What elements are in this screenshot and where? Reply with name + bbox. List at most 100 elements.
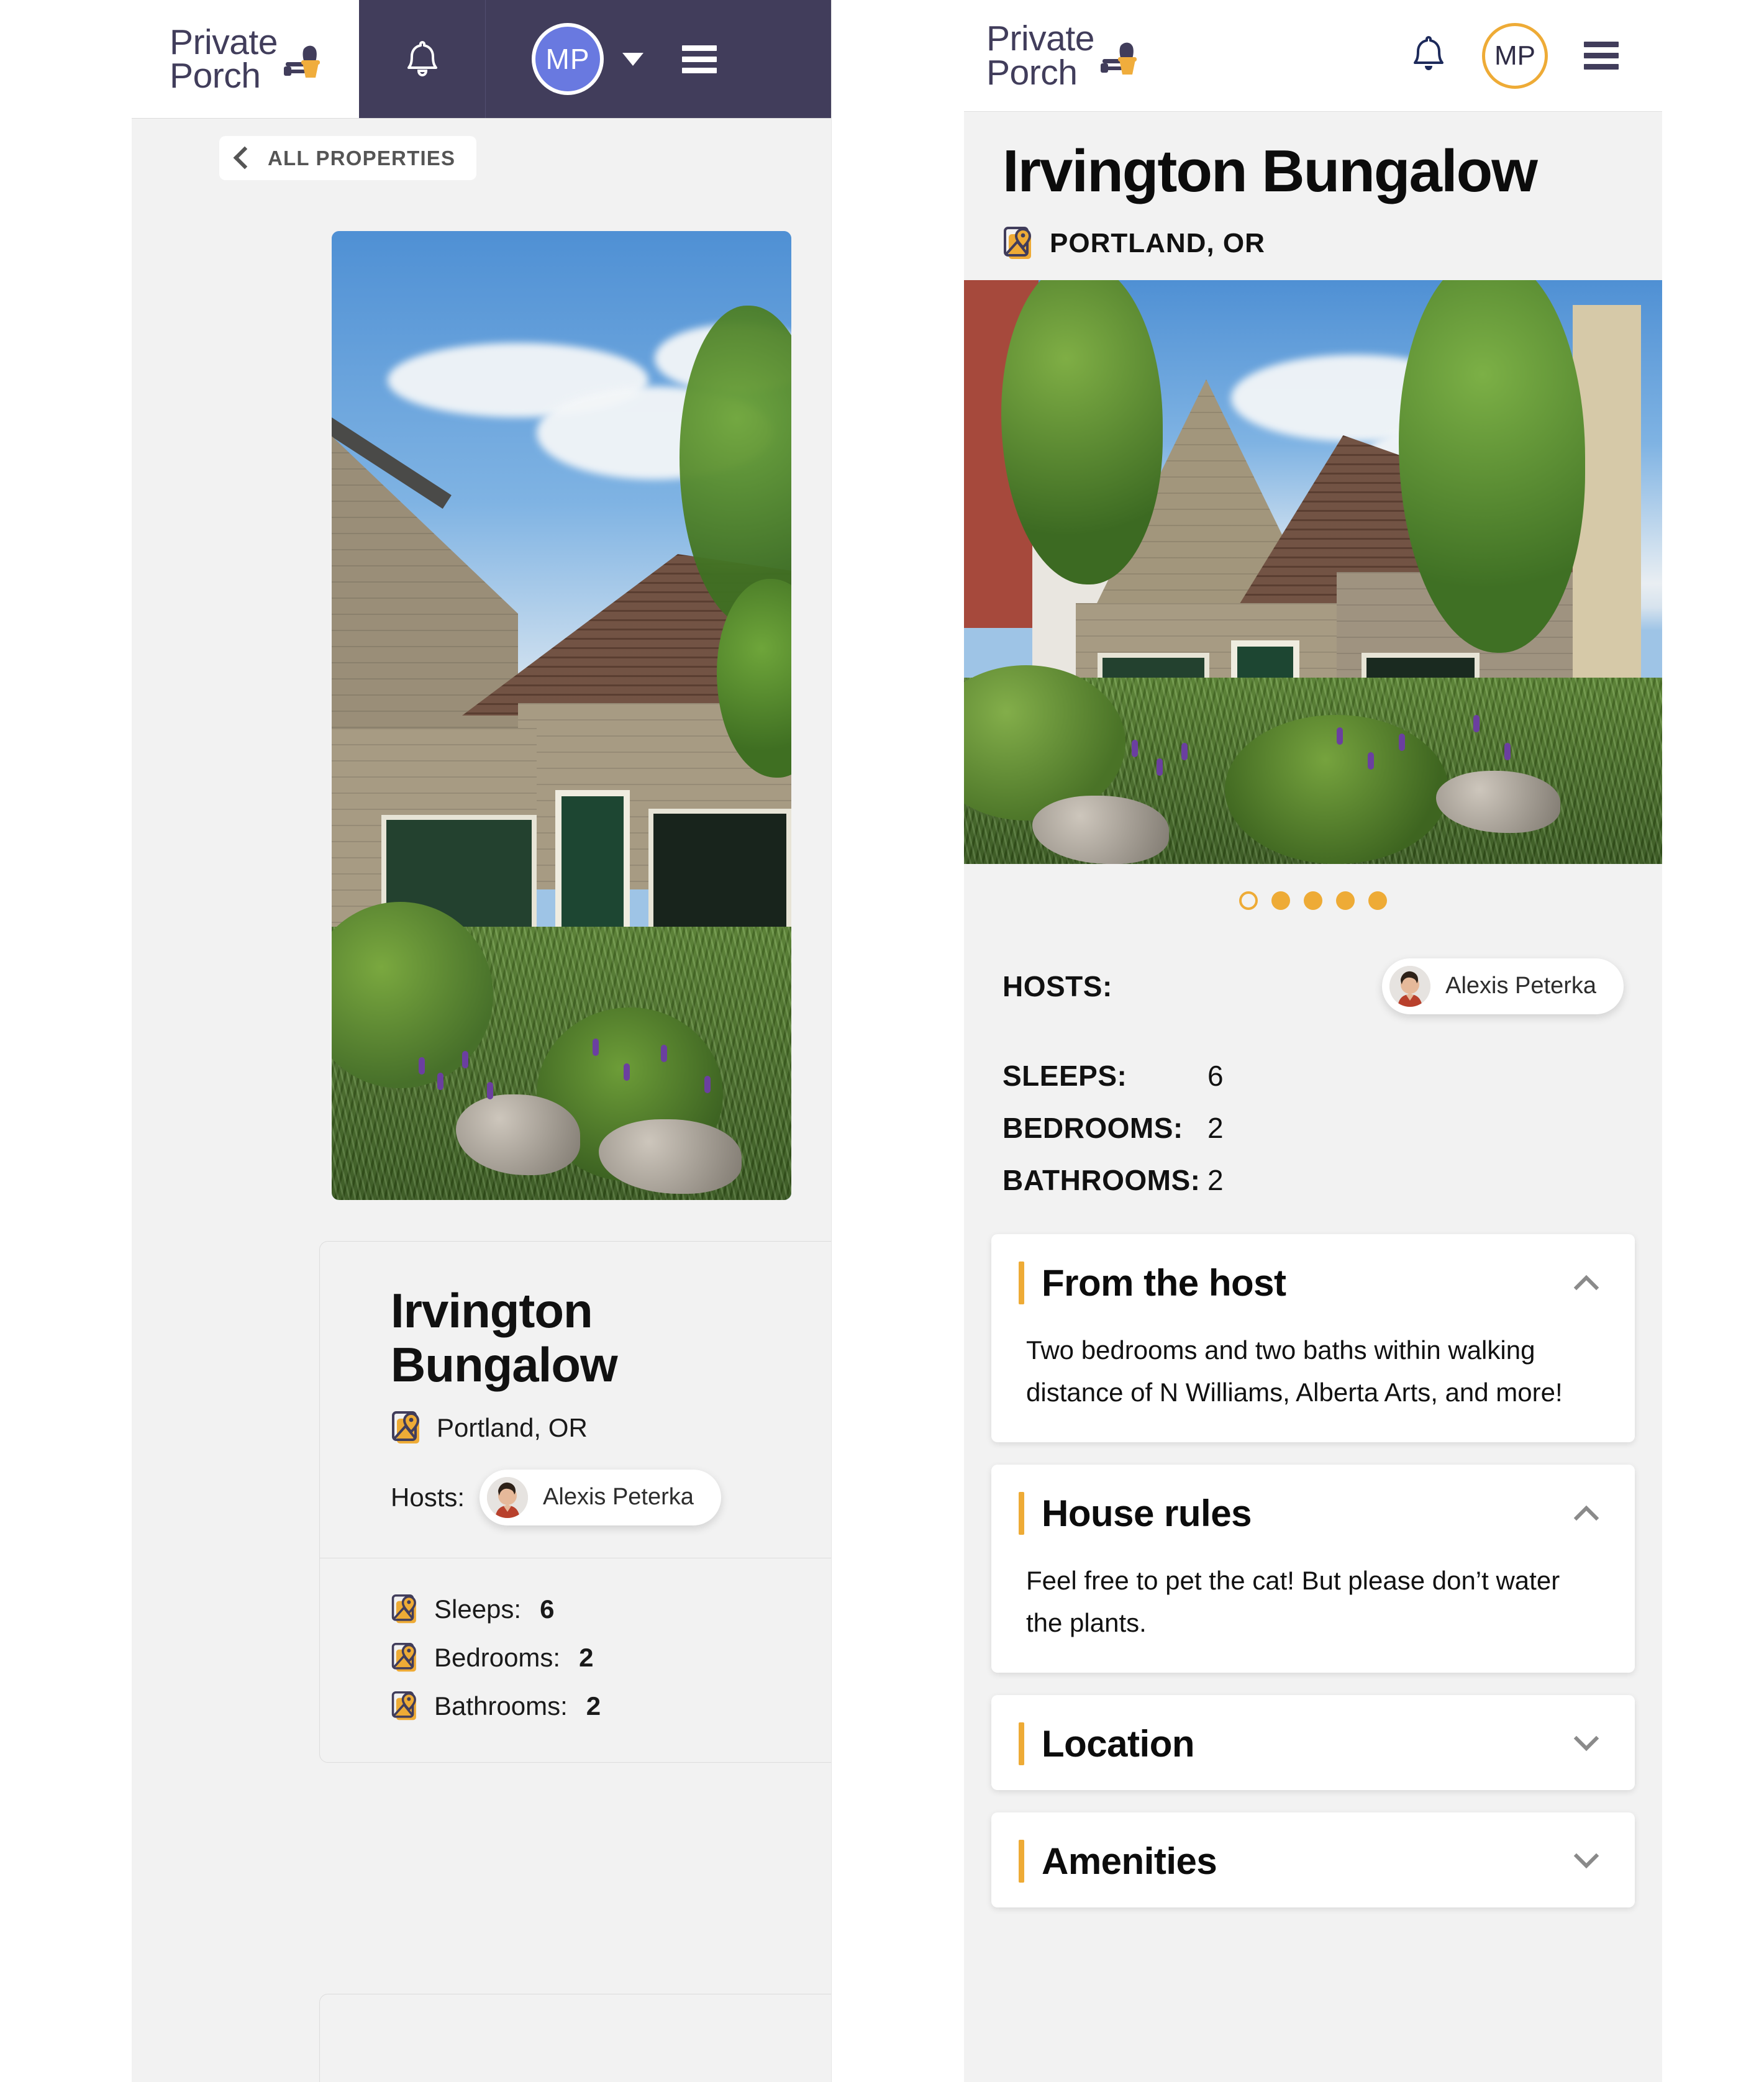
host-avatar (1389, 965, 1431, 1007)
carousel-dot-1[interactable] (1239, 891, 1258, 910)
map-pin-image-icon (391, 1594, 416, 1623)
accordion-header[interactable]: From the host (991, 1234, 1635, 1329)
accordion-title: Location (1042, 1722, 1195, 1765)
host-name: Alexis Peterka (543, 1484, 694, 1511)
chevron-up-icon[interactable] (1571, 1268, 1601, 1298)
stat-label: SLEEPS: (1002, 1059, 1127, 1092)
stat-label: BEDROOMS: (1002, 1111, 1183, 1144)
accordion-amenities[interactable]: Amenities (991, 1812, 1635, 1907)
map-pin-image-icon (391, 1691, 416, 1720)
brand-logo[interactable]: Private Porch (986, 19, 1138, 93)
screenshot-root: Private Porch MP ALL PROPERTIES Irvingto… (0, 0, 1764, 2082)
user-avatar[interactable]: MP (1482, 22, 1548, 89)
stat-row-bathrooms: BATHROOMS: 2 (1002, 1163, 1624, 1197)
property-title: Irvington Bungalow (391, 1283, 618, 1393)
accordion-location[interactable]: Location (991, 1694, 1635, 1790)
host-name: Alexis Peterka (1445, 973, 1596, 999)
stat-label: Sleeps: (434, 1594, 522, 1624)
map-pin-image-icon (391, 1642, 416, 1671)
property-location-text: Portland, OR (437, 1412, 588, 1442)
accent-bar (1019, 1722, 1024, 1765)
avatar-initials: MP (1494, 40, 1535, 71)
stat-value: 6 (540, 1594, 555, 1624)
stat-label: Bedrooms: (434, 1642, 561, 1672)
property-summary-card: Irvington Bungalow Portland, OR Hosts: A… (319, 1241, 831, 1763)
bell-icon (407, 41, 437, 77)
chevron-down-icon[interactable] (622, 52, 643, 66)
brand-name-line2: Porch (986, 52, 1078, 93)
stat-row-sleeps: SLEEPS: 6 (1002, 1059, 1624, 1093)
hosts-row: HOSTS: Alexis Peterka (1002, 958, 1624, 1014)
back-button-label: ALL PROPERTIES (268, 146, 456, 170)
hosts-label: Hosts: (391, 1482, 465, 1512)
accordion-title: House rules (1042, 1492, 1252, 1534)
accent-bar (1019, 1491, 1024, 1535)
left-preview-panel: Private Porch MP ALL PROPERTIES Irvingto… (132, 0, 832, 2082)
accordion-header[interactable]: House rules (991, 1465, 1635, 1560)
stat-label: BATHROOMS: (1002, 1163, 1201, 1196)
hosts-label: HOSTS: (1002, 970, 1112, 1002)
accent-bar (1019, 1261, 1024, 1304)
host-chip[interactable]: Alexis Peterka (1382, 958, 1624, 1014)
carousel-dot-3[interactable] (1304, 891, 1322, 910)
property-header: Irvington Bungalow PORTLAND, OR (964, 112, 1662, 280)
notifications-button[interactable] (359, 0, 486, 118)
chevron-down-icon[interactable] (1571, 1846, 1601, 1876)
right-device-panel: Private Porch MP Irvington Bungalow PORT… (964, 0, 1662, 2082)
stat-label: Bathrooms: (434, 1691, 568, 1721)
host-chip[interactable]: Alexis Peterka (480, 1469, 721, 1525)
page-title: Irvington Bungalow (1002, 138, 1538, 204)
property-location-row: PORTLAND, OR (1002, 225, 1624, 261)
map-pin-image-icon (392, 1411, 420, 1443)
brand-name-line1: Private (170, 22, 278, 62)
property-photo-left[interactable] (332, 231, 791, 1200)
property-meta: HOSTS: Alexis Peterka SLEEPS: 6 BEDROOMS… (964, 932, 1662, 1234)
hamburger-menu-icon[interactable] (1584, 42, 1619, 70)
stat-value: 2 (579, 1642, 594, 1672)
bell-icon (1414, 36, 1443, 70)
stat-row-bedrooms: Bedrooms: 2 (391, 1642, 831, 1674)
carousel-dot-2[interactable] (1271, 891, 1290, 910)
brand-name-line2: Porch (170, 56, 261, 96)
left-app-header: Private Porch MP (132, 0, 831, 119)
accordion-from-the-host[interactable]: From the host Two bedrooms and two baths… (991, 1234, 1635, 1442)
accordion-body: Two bedrooms and two baths within walkin… (1026, 1335, 1563, 1407)
accent-bar (1019, 1839, 1024, 1883)
carousel-dot-4[interactable] (1336, 891, 1355, 910)
next-card-placeholder (319, 1994, 831, 2082)
stat-row-sleeps: Sleeps: 6 (391, 1593, 831, 1625)
host-avatar (487, 1476, 529, 1518)
property-stats-list: Sleeps: 6 Bedrooms: 2 Bathrooms: 2 (320, 1558, 831, 1762)
notifications-button[interactable] (1411, 34, 1446, 78)
brand-name-line1: Private (986, 19, 1094, 59)
porch-chair-icon (283, 45, 320, 78)
stat-row-bathrooms: Bathrooms: 2 (391, 1690, 831, 1722)
property-location-row: Portland, OR (391, 1410, 831, 1446)
stat-value: 2 (1207, 1163, 1224, 1196)
carousel-dot-5[interactable] (1368, 891, 1387, 910)
property-photo-carousel[interactable] (964, 280, 1662, 864)
accordion-title: From the host (1042, 1261, 1286, 1304)
stat-row-bedrooms: BEDROOMS: 2 (1002, 1111, 1624, 1145)
property-location-text: PORTLAND, OR (1050, 227, 1265, 258)
stat-value: 2 (586, 1691, 601, 1721)
accordion-body: Feel free to pet the cat! But please don… (1026, 1565, 1560, 1637)
chevron-left-icon (233, 146, 257, 169)
stat-value: 6 (1207, 1059, 1224, 1092)
chevron-up-icon[interactable] (1571, 1498, 1601, 1528)
accordion-header[interactable]: Amenities (991, 1812, 1635, 1907)
all-properties-back-button[interactable]: ALL PROPERTIES (219, 136, 477, 180)
hamburger-menu-icon[interactable] (682, 45, 717, 73)
user-avatar[interactable]: MP (532, 23, 604, 95)
brand-logo[interactable]: Private Porch (132, 0, 359, 118)
carousel-dots[interactable] (964, 864, 1662, 932)
hosts-row: Hosts: Alexis Peterka (391, 1469, 831, 1525)
accordion-title: Amenities (1042, 1840, 1217, 1882)
map-pin-image-icon (1004, 226, 1032, 259)
porch-chair-icon (1100, 42, 1137, 75)
accordion-header[interactable]: Location (991, 1695, 1635, 1790)
chevron-down-icon[interactable] (1571, 1729, 1601, 1758)
stat-value: 2 (1207, 1111, 1224, 1144)
accordion-house-rules[interactable]: House rules Feel free to pet the cat! Bu… (991, 1464, 1635, 1673)
property-stats-list: SLEEPS: 6 BEDROOMS: 2 BATHROOMS: 2 (1002, 1059, 1624, 1197)
